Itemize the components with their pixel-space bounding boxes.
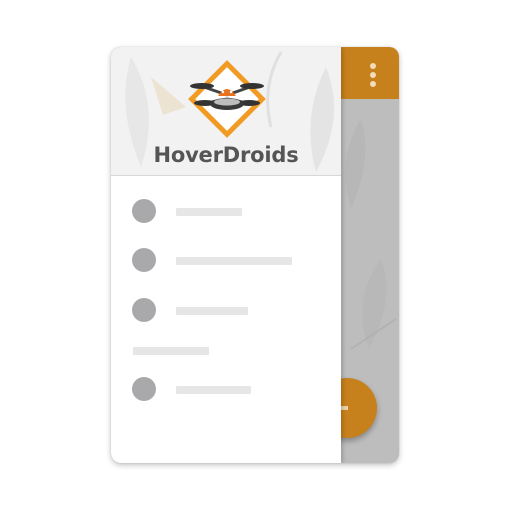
hoverdroids-logo-icon [188,60,266,138]
brand-name: HoverDroids [153,143,299,167]
more-vert-icon[interactable] [361,61,385,89]
phone-frame: HoverDroids [111,47,399,463]
placeholder-circle-icon [132,298,156,322]
placeholder-circle-icon [132,199,156,223]
placeholder-label [176,257,292,265]
drawer-item-4[interactable] [132,377,322,403]
placeholder-circle-icon [132,248,156,272]
placeholder-label [176,386,251,394]
placeholder-label [176,208,242,216]
drawer-subheader-placeholder [133,347,209,355]
placeholder-circle-icon [132,377,156,401]
drawer-item-3[interactable] [132,298,322,324]
drawer-header: HoverDroids [111,47,341,176]
navigation-drawer: HoverDroids [111,47,341,463]
drawer-item-2[interactable] [132,248,322,274]
drawer-item-1[interactable] [132,199,322,225]
placeholder-label [176,307,248,315]
